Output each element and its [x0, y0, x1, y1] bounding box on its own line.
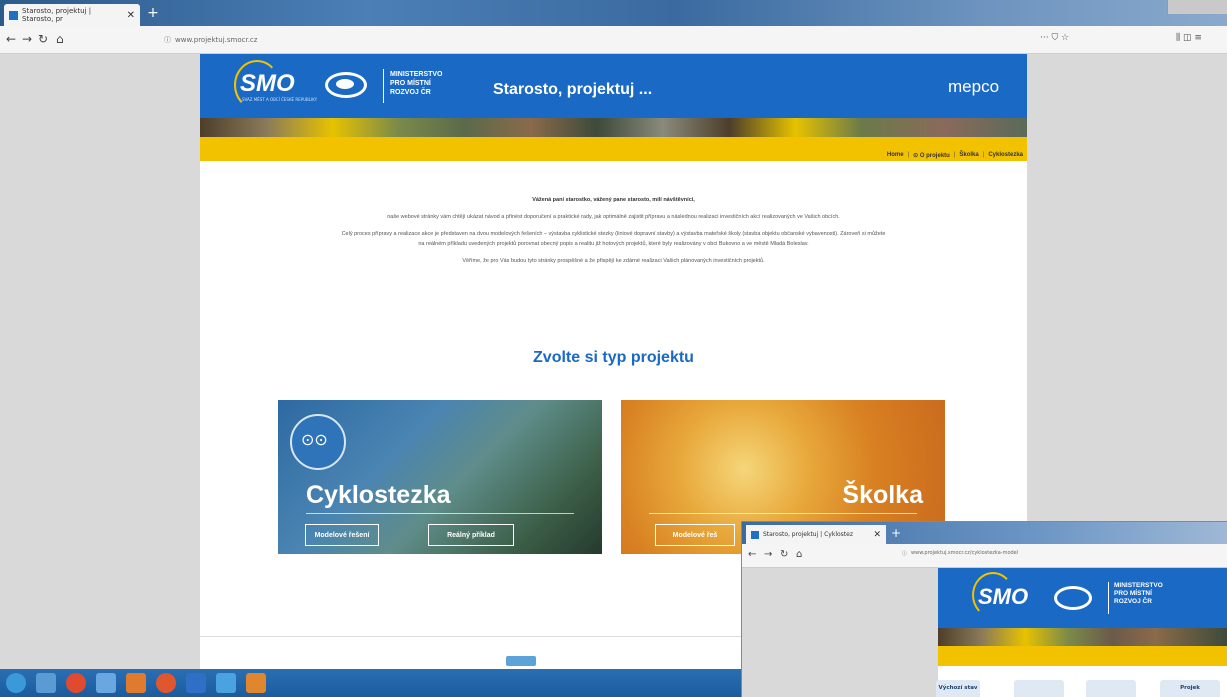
site-title: Starosto, projektuj ... [493, 81, 653, 98]
smo-logo[interactable]: SMO [978, 584, 1028, 610]
header-divider [1108, 582, 1109, 614]
bicycle-sign-icon [290, 414, 346, 470]
overlay-header: SMO MINISTERSTVO PRO MÍSTNÍ ROZVOJ ČR [938, 568, 1227, 628]
choose-project-heading: Zvolte si typ projektu [533, 349, 694, 366]
footer-badge-icon [506, 656, 536, 666]
menu-bar [938, 646, 1227, 666]
menu-cyklostezka[interactable]: Cyklostezka [988, 152, 1023, 159]
card-divider [649, 513, 917, 514]
card-title-cyklostezka: Cyklostezka [306, 481, 451, 509]
new-tab-button[interactable]: + [146, 6, 160, 20]
intro-paragraph-1: naše webové stránky vám chtějí ukázat ná… [387, 214, 840, 220]
close-icon[interactable]: ✕ [127, 10, 135, 21]
home-icon[interactable]: ⌂ [796, 549, 802, 560]
intro-text: Vážená paní starostko, vážený pane staro… [340, 195, 887, 273]
browser-tab-bar: Starosto, projektuj | Starosto, pr ✕ + [0, 0, 1227, 26]
overlay-address-bar[interactable]: ⓘ www.projektuj.smocr.cz/cyklostezka-mod… [902, 550, 1018, 557]
info-icon: ⓘ [164, 36, 171, 44]
main-menu-bar: Home | ⊙ O projektu | Školka | Cyklostez… [200, 137, 1027, 161]
step-button[interactable] [1086, 680, 1136, 697]
reload-icon[interactable]: ↻ [38, 32, 48, 46]
about-icon: ⊙ [913, 153, 919, 159]
overlay-nav-bar: ← → ↻ ⌂ ⓘ www.projektuj.smocr.cz/cyklost… [742, 544, 1227, 568]
skolka-model-button[interactable]: Modelové řeš [655, 524, 735, 546]
card-title-skolka: Školka [842, 481, 923, 509]
projekt-button[interactable]: Projek [1160, 680, 1220, 697]
home-icon[interactable]: ⌂ [56, 32, 64, 46]
favicon-icon [751, 530, 759, 539]
menu-skolka[interactable]: Školka [959, 152, 978, 159]
ie-icon[interactable] [216, 673, 236, 693]
window-controls[interactable] [1167, 0, 1227, 14]
overlay-browser-tab[interactable]: Starosto, projektuj | Cyklostez ✕ [746, 525, 886, 544]
mepco-logo[interactable]: mepco [948, 77, 999, 97]
powerpoint-icon[interactable] [246, 673, 266, 693]
outlook-icon[interactable] [126, 673, 146, 693]
smo-subtitle: SVAZ MĚST A OBCÍ ČESKÉ REPUBLIKY [242, 97, 318, 102]
greeting: Vážená paní starostko, vážený pane staro… [532, 197, 695, 203]
header-divider [383, 69, 384, 103]
url-text: www.projektuj.smocr.cz [175, 36, 258, 44]
address-bar[interactable]: ⓘ www.projektuj.smocr.cz [160, 31, 1040, 49]
smo-logo[interactable]: SMO [240, 70, 295, 98]
close-icon[interactable]: ✕ [873, 530, 881, 540]
word-icon[interactable] [186, 673, 206, 693]
app-icon[interactable] [96, 673, 116, 693]
explorer-icon[interactable] [36, 673, 56, 693]
toolbar-icons[interactable]: ⫼ ◫ ≡ [1176, 33, 1202, 43]
chrome-icon[interactable] [66, 673, 86, 693]
vychozi-stav-button[interactable]: Výchozí stav [936, 680, 980, 697]
favicon-icon [9, 10, 18, 20]
intro-paragraph-2: Celý proces přípravy a realizace akce je… [341, 231, 886, 247]
step-button[interactable] [1014, 680, 1064, 697]
taskbar [0, 669, 750, 697]
overlay-page: SMO MINISTERSTVO PRO MÍSTNÍ ROZVOJ ČR Vý… [936, 568, 1227, 697]
ministry-logo-icon [1054, 586, 1092, 610]
forward-icon[interactable]: → [764, 549, 772, 560]
ministry-name: MINISTERSTVO PRO MÍSTNÍ ROZVOJ ČR [390, 71, 443, 96]
overlay-screenshot: Starosto, projektuj | Cyklostez ✕ + ← → … [741, 521, 1227, 697]
main-menu: Home | ⊙ O projektu | Školka | Cyklostez… [886, 152, 1023, 159]
photo-strip [938, 628, 1227, 646]
menu-home[interactable]: Home [887, 152, 904, 159]
cyklo-real-button[interactable]: Reálný příklad [428, 524, 514, 546]
intro-paragraph-3: Věříme, že pro Vás budou tyto stránky pr… [462, 258, 765, 264]
ministry-logo-icon [325, 72, 367, 98]
firefox-icon[interactable] [156, 673, 176, 693]
card-divider [306, 513, 574, 514]
forward-icon[interactable]: → [22, 32, 32, 46]
browser-tab[interactable]: Starosto, projektuj | Starosto, pr ✕ [4, 4, 140, 26]
card-cyklostezka[interactable]: Cyklostezka Modelové řešení Reálný příkl… [278, 400, 602, 554]
cyklo-model-button[interactable]: Modelové řešení [305, 524, 379, 546]
start-icon[interactable] [6, 673, 26, 693]
back-icon[interactable]: ← [748, 549, 756, 560]
back-icon[interactable]: ← [6, 32, 16, 46]
browser-nav-bar: ← → ↻ ⌂ ⓘ www.projektuj.smocr.cz ··· ⛉ ☆… [0, 26, 1227, 54]
reload-icon[interactable]: ↻ [780, 549, 788, 560]
menu-about[interactable]: ⊙ O projektu [913, 152, 950, 159]
page-actions[interactable]: ··· ⛉ ☆ [1040, 33, 1069, 43]
tab-title: Starosto, projektuj | Starosto, pr [22, 7, 92, 23]
site-header: SMO SVAZ MĚST A OBCÍ ČESKÉ REPUBLIKY MIN… [200, 54, 1027, 118]
info-icon: ⓘ [902, 551, 908, 557]
new-tab-button[interactable]: + [891, 526, 901, 540]
overlay-tab-bar: Starosto, projektuj | Cyklostez ✕ + [742, 522, 1227, 544]
ministry-name: MINISTERSTVO PRO MÍSTNÍ ROZVOJ ČR [1114, 582, 1163, 605]
photo-strip [200, 118, 1027, 137]
